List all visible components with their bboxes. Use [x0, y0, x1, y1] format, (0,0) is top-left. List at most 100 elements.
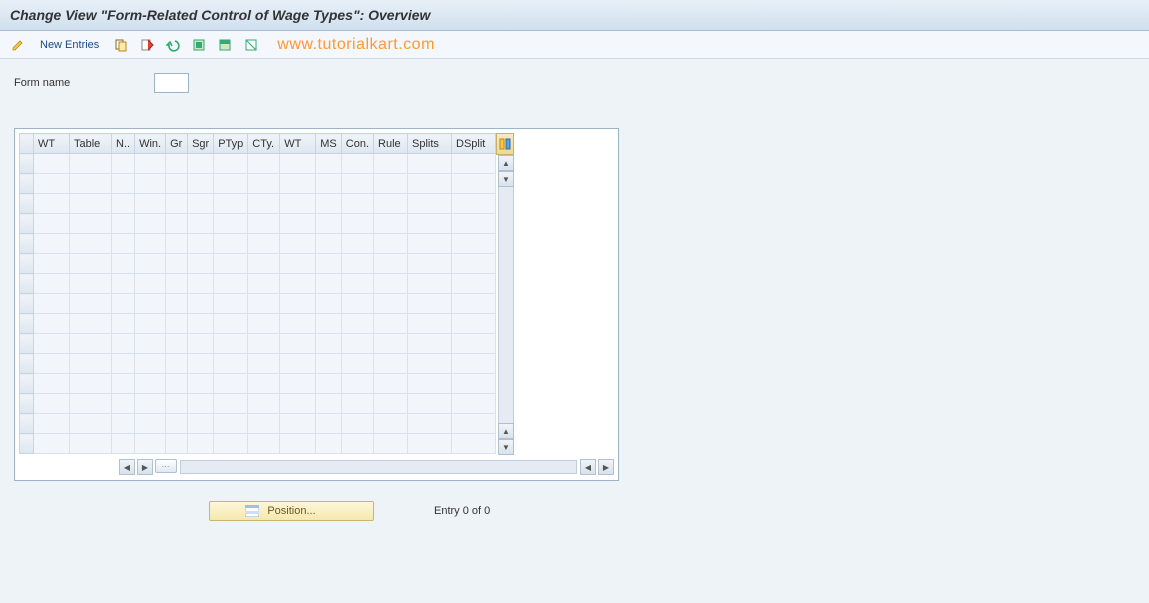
cell[interactable]: [112, 294, 135, 314]
cell[interactable]: [135, 154, 166, 174]
cell[interactable]: [112, 434, 135, 454]
cell[interactable]: [452, 314, 496, 334]
row-selector[interactable]: [20, 174, 34, 194]
cell[interactable]: [452, 154, 496, 174]
row-selector[interactable]: [20, 354, 34, 374]
cell[interactable]: [188, 214, 214, 234]
cell[interactable]: [70, 234, 112, 254]
cell[interactable]: [452, 214, 496, 234]
col-splits-12[interactable]: Splits: [408, 134, 452, 154]
col-dsplit-13[interactable]: DSplit: [452, 134, 496, 154]
cell[interactable]: [70, 394, 112, 414]
cell[interactable]: [166, 414, 188, 434]
row-selector[interactable]: [20, 394, 34, 414]
table-row[interactable]: [20, 434, 496, 454]
row-selector[interactable]: [20, 414, 34, 434]
cell[interactable]: [374, 314, 408, 334]
cell[interactable]: [166, 154, 188, 174]
cell[interactable]: [280, 294, 316, 314]
col-ms-9[interactable]: MS: [316, 134, 342, 154]
cell[interactable]: [112, 154, 135, 174]
row-selector[interactable]: [20, 214, 34, 234]
copy-icon[interactable]: [111, 35, 131, 55]
cell[interactable]: [188, 354, 214, 374]
cell[interactable]: [316, 254, 342, 274]
row-selector[interactable]: [20, 294, 34, 314]
cell[interactable]: [188, 154, 214, 174]
cell[interactable]: [248, 294, 280, 314]
cell[interactable]: [452, 254, 496, 274]
cell[interactable]: [316, 174, 342, 194]
cell[interactable]: [248, 314, 280, 334]
cell[interactable]: [214, 234, 248, 254]
row-selector[interactable]: [20, 374, 34, 394]
cell[interactable]: [374, 294, 408, 314]
undo-icon[interactable]: [163, 35, 183, 55]
cell[interactable]: [316, 434, 342, 454]
edit-icon[interactable]: [8, 35, 28, 55]
cell[interactable]: [214, 314, 248, 334]
cell[interactable]: [166, 434, 188, 454]
cell[interactable]: [135, 214, 166, 234]
cell[interactable]: [341, 214, 373, 234]
cell[interactable]: [70, 374, 112, 394]
cell[interactable]: [374, 274, 408, 294]
cell[interactable]: [280, 374, 316, 394]
cell[interactable]: [316, 394, 342, 414]
cell[interactable]: [34, 154, 70, 174]
cell[interactable]: [341, 434, 373, 454]
col-table-1[interactable]: Table: [70, 134, 112, 154]
cell[interactable]: [316, 414, 342, 434]
cell[interactable]: [214, 354, 248, 374]
cell[interactable]: [280, 194, 316, 214]
scroll-right-step-icon[interactable]: ▶: [137, 459, 153, 475]
cell[interactable]: [34, 414, 70, 434]
cell[interactable]: [34, 294, 70, 314]
scroll-up-icon[interactable]: ▲: [498, 155, 514, 171]
table-row[interactable]: [20, 154, 496, 174]
cell[interactable]: [34, 434, 70, 454]
cell[interactable]: [70, 314, 112, 334]
cell[interactable]: [135, 374, 166, 394]
cell[interactable]: [70, 214, 112, 234]
cell[interactable]: [34, 194, 70, 214]
cell[interactable]: [70, 254, 112, 274]
table-row[interactable]: [20, 294, 496, 314]
cell[interactable]: [341, 154, 373, 174]
cell[interactable]: [70, 294, 112, 314]
cell[interactable]: [70, 354, 112, 374]
cell[interactable]: [408, 354, 452, 374]
row-selector[interactable]: [20, 314, 34, 334]
cell[interactable]: [341, 394, 373, 414]
cell[interactable]: [374, 374, 408, 394]
cell[interactable]: [316, 374, 342, 394]
cell[interactable]: [112, 254, 135, 274]
cell[interactable]: [341, 174, 373, 194]
cell[interactable]: [248, 234, 280, 254]
table-row[interactable]: [20, 354, 496, 374]
cell[interactable]: [34, 374, 70, 394]
cell[interactable]: [452, 394, 496, 414]
cell[interactable]: [135, 334, 166, 354]
cell[interactable]: [34, 274, 70, 294]
row-selector[interactable]: [20, 194, 34, 214]
cell[interactable]: [34, 254, 70, 274]
cell[interactable]: [135, 174, 166, 194]
cell[interactable]: [34, 394, 70, 414]
col-gr-4[interactable]: Gr: [166, 134, 188, 154]
cell[interactable]: [374, 254, 408, 274]
cell[interactable]: [374, 234, 408, 254]
cell[interactable]: [374, 194, 408, 214]
cell[interactable]: [214, 294, 248, 314]
table-row[interactable]: [20, 234, 496, 254]
cell[interactable]: [188, 194, 214, 214]
cell[interactable]: [188, 434, 214, 454]
cell[interactable]: [214, 214, 248, 234]
cell[interactable]: [452, 274, 496, 294]
cell[interactable]: [248, 274, 280, 294]
cell[interactable]: [112, 314, 135, 334]
cell[interactable]: [112, 374, 135, 394]
cell[interactable]: [214, 414, 248, 434]
cell[interactable]: [341, 234, 373, 254]
col-sgr-5[interactable]: Sgr: [188, 134, 214, 154]
